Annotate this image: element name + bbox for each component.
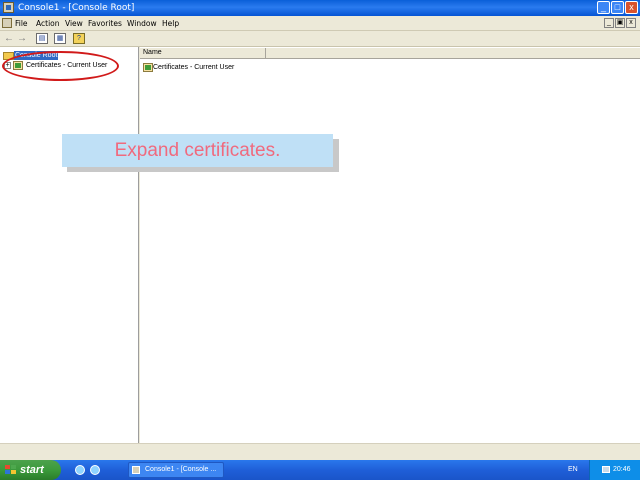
start-label: start xyxy=(20,464,44,476)
back-arrow-icon[interactable]: ← xyxy=(3,33,15,44)
taskbar-console-button[interactable]: Console1 - [Console ... xyxy=(128,462,224,478)
column-header-blank xyxy=(266,48,640,59)
help-icon[interactable]: ? xyxy=(73,33,85,44)
certificate-icon xyxy=(143,63,153,72)
taskbar: start Console1 - [Console ... EN 20:46 xyxy=(0,460,640,480)
media-player-icon[interactable] xyxy=(90,465,100,475)
language-indicator[interactable]: EN xyxy=(568,465,578,474)
internet-explorer-icon[interactable] xyxy=(75,465,85,475)
child-restore-button[interactable]: ▣ xyxy=(615,18,625,28)
document-icon[interactable] xyxy=(2,18,12,28)
menu-action[interactable]: Action xyxy=(36,19,60,28)
child-minimize-button[interactable]: _ xyxy=(604,18,614,28)
menu-help[interactable]: Help xyxy=(162,19,179,28)
toolbar: ← → ▤ ▦ ? xyxy=(0,31,640,47)
clock[interactable]: 20:46 xyxy=(613,465,631,474)
show-hide-tree-icon[interactable]: ▤ xyxy=(36,33,48,44)
annotation-circle xyxy=(2,51,119,81)
console-tree[interactable]: Console Root + Certificates - Current Us… xyxy=(0,47,139,443)
maximize-button[interactable]: □ xyxy=(611,1,624,14)
windows-logo-icon xyxy=(5,465,16,475)
minimize-button[interactable]: _ xyxy=(597,1,610,14)
menu-favorites[interactable]: Favorites xyxy=(88,19,122,28)
mmc-icon xyxy=(132,466,140,474)
menu-window[interactable]: Window xyxy=(127,19,157,28)
start-button[interactable]: start xyxy=(0,460,61,480)
child-close-button[interactable]: x xyxy=(626,18,636,28)
network-icon[interactable] xyxy=(602,466,610,473)
taskbar-task-label: Console1 - [Console ... xyxy=(145,466,217,473)
menu-view[interactable]: View xyxy=(65,19,83,28)
close-button[interactable]: x xyxy=(625,1,638,14)
window-title: Console1 - [Console Root] xyxy=(18,3,135,13)
column-header-name[interactable]: Name xyxy=(140,48,266,59)
forward-arrow-icon[interactable]: → xyxy=(16,33,28,44)
properties-icon[interactable]: ▦ xyxy=(54,33,66,44)
results-list[interactable]: Name Certificates - Current User xyxy=(140,47,640,443)
list-item[interactable]: Certificates - Current User xyxy=(153,63,234,72)
menu-bar: File Action View Favorites Window Help _… xyxy=(0,16,640,31)
menu-file[interactable]: File xyxy=(15,19,28,28)
status-bar xyxy=(0,443,640,460)
window-title-bar[interactable]: Console1 - [Console Root] _ □ x xyxy=(0,0,640,16)
mmc-icon xyxy=(3,2,14,13)
instruction-callout: Expand certificates. xyxy=(62,134,333,167)
